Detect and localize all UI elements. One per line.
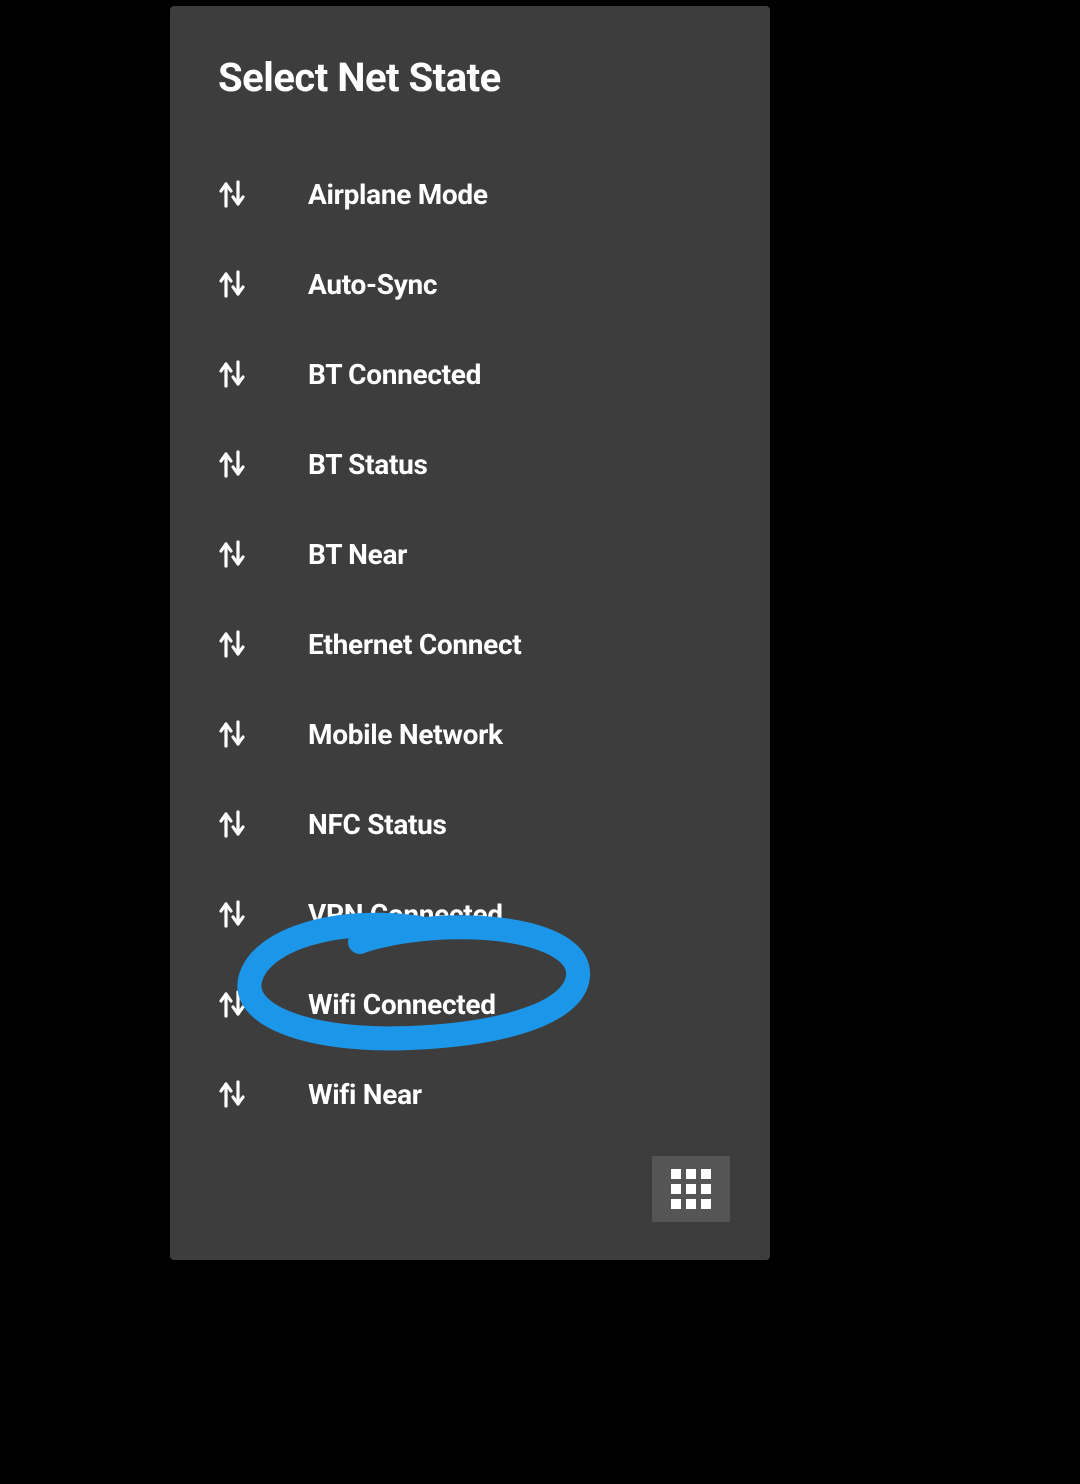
swap-vertical-icon xyxy=(218,268,308,300)
list-item-vpn-connected[interactable]: VPN Connected xyxy=(218,869,722,959)
swap-vertical-icon xyxy=(218,358,308,390)
list-item-bt-connected[interactable]: BT Connected xyxy=(218,329,722,419)
list-item-label: BT Connected xyxy=(308,358,481,391)
list-item-label: BT Near xyxy=(308,538,407,571)
net-state-panel: Select Net State Airplane Mode Auto-Sync… xyxy=(170,6,770,1260)
list-item-label: Airplane Mode xyxy=(308,178,488,211)
swap-vertical-icon xyxy=(218,538,308,570)
list-item-nfc-status[interactable]: NFC Status xyxy=(218,779,722,869)
grid-view-button[interactable] xyxy=(652,1156,730,1222)
list-item-bt-near[interactable]: BT Near xyxy=(218,509,722,599)
list-item-airplane-mode[interactable]: Airplane Mode xyxy=(218,149,722,239)
panel-title: Select Net State xyxy=(218,54,722,101)
list-item-label: Auto-Sync xyxy=(308,268,437,301)
list-item-label: BT Status xyxy=(308,448,428,481)
swap-vertical-icon xyxy=(218,718,308,750)
list-item-label: Wifi Connected xyxy=(308,988,496,1021)
list-item-label: NFC Status xyxy=(308,808,447,841)
swap-vertical-icon xyxy=(218,448,308,480)
list-item-label: Mobile Network xyxy=(308,718,503,751)
swap-vertical-icon xyxy=(218,898,308,930)
list-item-auto-sync[interactable]: Auto-Sync xyxy=(218,239,722,329)
list-item-label: VPN Connected xyxy=(308,898,503,931)
swap-vertical-icon xyxy=(218,988,308,1020)
list-item-bt-status[interactable]: BT Status xyxy=(218,419,722,509)
list-item-label: Wifi Near xyxy=(308,1078,422,1111)
swap-vertical-icon xyxy=(218,178,308,210)
list-item-mobile-network[interactable]: Mobile Network xyxy=(218,689,722,779)
list-item-label: Ethernet Connect xyxy=(308,628,521,661)
swap-vertical-icon xyxy=(218,628,308,660)
grid-icon xyxy=(671,1169,711,1209)
swap-vertical-icon xyxy=(218,1078,308,1110)
list-item-ethernet-connect[interactable]: Ethernet Connect xyxy=(218,599,722,689)
net-state-list: Airplane Mode Auto-Sync BT Connected BT … xyxy=(218,149,722,1139)
list-item-wifi-connected[interactable]: Wifi Connected xyxy=(218,959,722,1049)
list-item-wifi-near[interactable]: Wifi Near xyxy=(218,1049,722,1139)
swap-vertical-icon xyxy=(218,808,308,840)
